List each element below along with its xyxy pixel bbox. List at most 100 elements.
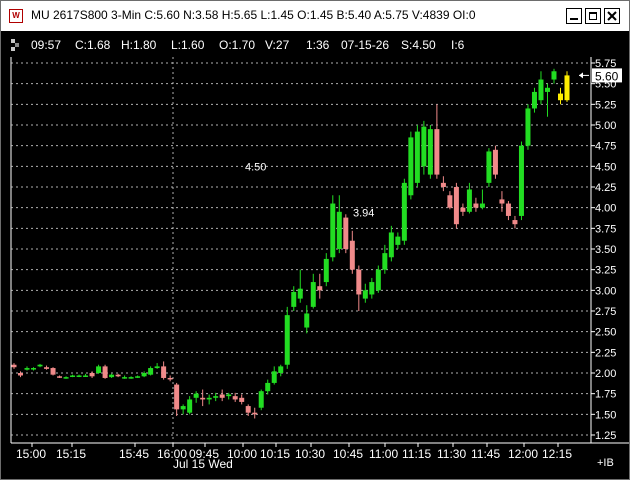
candle-body: [414, 131, 420, 183]
candle-body: [304, 313, 310, 328]
y-tick-label: 1.75: [595, 389, 616, 401]
price-chart[interactable]: 5.755.505.255.004.754.504.254.003.753.50…: [1, 57, 629, 479]
candle-body: [128, 377, 134, 379]
candle-body: [492, 149, 498, 175]
chart-annotation: 3.94: [353, 208, 374, 220]
x-tick-label: 11:15: [402, 447, 431, 461]
candle-body: [96, 366, 102, 373]
candle-body: [83, 375, 89, 377]
candle-body: [70, 375, 76, 377]
candle-body: [252, 412, 258, 415]
candle-body: [76, 375, 82, 377]
candle-body: [349, 240, 355, 270]
header-time: 09:57: [31, 38, 62, 52]
x-date-label: Jul 15 Wed: [173, 457, 233, 471]
window-title: MU 2617S800 3-Min C:5.60 N:3.58 H:5.65 L…: [31, 8, 476, 22]
x-tick-label: 15:15: [56, 447, 86, 461]
candle-body: [187, 399, 193, 413]
close-button[interactable]: [604, 8, 620, 24]
chart-app-icon[interactable]: W: [9, 9, 23, 23]
y-tick-label: 4.50: [595, 161, 616, 173]
header-interval: 1:36: [306, 38, 330, 52]
candle-body: [271, 371, 277, 383]
minimize-button[interactable]: [566, 8, 582, 24]
corner-label[interactable]: +IB: [597, 457, 614, 469]
candle-body: [336, 211, 342, 249]
chart-annotation: 4.50: [245, 161, 266, 173]
y-tick-label: 3.00: [595, 285, 616, 297]
candle-body: [89, 373, 95, 377]
candle-body: [148, 368, 154, 375]
candle-body: [323, 258, 329, 283]
candle-body: [421, 126, 427, 167]
candle-body: [460, 207, 466, 212]
candle-body: [200, 397, 206, 400]
candle-body: [369, 282, 375, 295]
candle-body: [284, 315, 290, 365]
candle-body: [122, 377, 128, 379]
y-tick-label: 1.25: [595, 430, 616, 442]
x-tick-label: 11:30: [437, 447, 466, 461]
candle-body: [512, 220, 518, 225]
candle-body: [564, 75, 570, 101]
y-tick-label: 4.25: [595, 182, 616, 194]
candle-body: [219, 394, 225, 398]
x-tick-label: 15:45: [119, 447, 149, 461]
candle-body: [24, 368, 30, 370]
candle-body: [401, 182, 407, 241]
y-tick-label: 5.75: [595, 58, 616, 70]
candle-body: [206, 397, 212, 400]
close-icon: [607, 11, 617, 21]
y-tick-label: 2.25: [595, 347, 616, 359]
candle-body: [525, 108, 531, 146]
title-bar[interactable]: W MU 2617S800 3-Min C:5.60 N:3.58 H:5.65…: [1, 1, 629, 31]
candle-body: [115, 374, 121, 377]
candle-body: [505, 203, 511, 216]
header-high: H:1.80: [121, 38, 157, 52]
x-tick-label: 10:15: [260, 447, 290, 461]
chart-window: W MU 2617S800 3-Min C:5.60 N:3.58 H:5.65…: [0, 0, 630, 480]
candle-body: [258, 391, 264, 408]
drag-handle-icon[interactable]: [11, 39, 23, 53]
last-price-label: 5.60: [595, 69, 619, 83]
maximize-icon: [589, 12, 597, 20]
y-tick-label: 1.50: [595, 409, 616, 421]
y-tick-label: 4.00: [595, 203, 616, 215]
candle-body: [531, 91, 537, 109]
header-close: C:1.68: [75, 38, 111, 52]
header-volume: V:27: [265, 38, 290, 52]
x-tick-label: 12:15: [542, 447, 572, 461]
y-tick-label: 5.25: [595, 99, 616, 111]
header-date: 07-15-26: [341, 38, 390, 52]
x-tick-label: 12:00: [508, 447, 538, 461]
candle-body: [278, 366, 284, 373]
candle-body: [362, 290, 368, 299]
candle-body: [193, 393, 199, 398]
candle-body: [356, 269, 362, 295]
candle-body: [102, 366, 108, 378]
candle-body: [447, 195, 453, 208]
candle-body: [109, 374, 115, 378]
candle-body: [473, 203, 479, 208]
x-tick-label: 10:30: [295, 447, 325, 461]
candle-body: [297, 288, 303, 299]
x-tick-label: 15:00: [16, 447, 46, 461]
maximize-button[interactable]: [585, 8, 601, 24]
candle-body: [538, 79, 544, 101]
candle-body: [50, 368, 56, 375]
candle-body: [551, 71, 557, 80]
candle-body: [174, 384, 180, 410]
candle-body: [382, 253, 388, 270]
candle-body: [239, 397, 245, 402]
candle-body: [57, 376, 63, 378]
y-tick-label: 3.50: [595, 244, 616, 256]
candle-body: [63, 377, 69, 379]
y-tick-label: 4.75: [595, 141, 616, 153]
candle-body: [18, 373, 24, 376]
y-tick-label: 2.75: [595, 306, 616, 318]
candle-body: [161, 366, 167, 378]
y-tick-label: 2.00: [595, 368, 616, 380]
candle-body: [440, 182, 446, 187]
candle-body: [245, 406, 251, 413]
candle-body: [486, 151, 492, 183]
